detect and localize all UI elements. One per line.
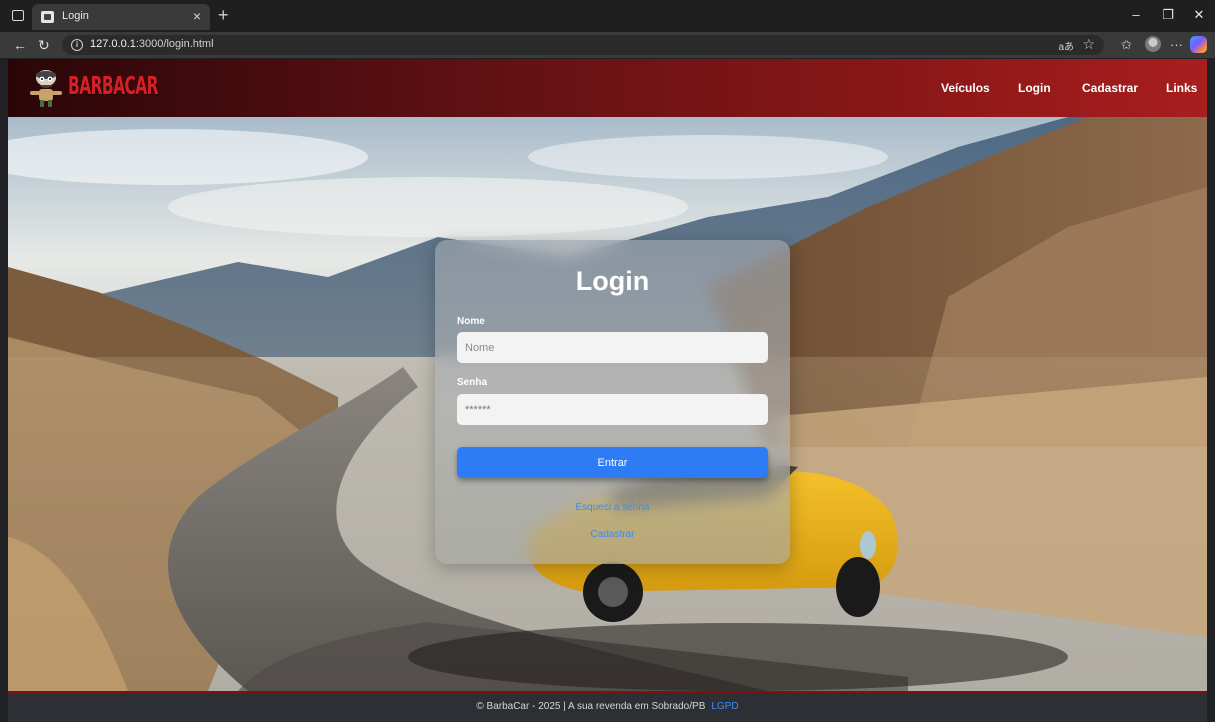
- site-info-icon[interactable]: i: [71, 39, 83, 51]
- favorites-icon[interactable]: ✩: [1121, 36, 1132, 54]
- password-input[interactable]: [457, 394, 768, 425]
- browser-tab[interactable]: Login ×: [32, 4, 210, 30]
- forgot-password-link[interactable]: Esqueci a senha: [435, 502, 790, 513]
- tab-actions-icon[interactable]: [12, 10, 24, 21]
- footer-lgpd-link[interactable]: LGPD: [711, 701, 738, 712]
- nav-link-cadastrar[interactable]: Cadastrar: [1082, 81, 1138, 95]
- copilot-icon[interactable]: [1190, 36, 1207, 53]
- login-title: Login: [575, 266, 650, 296]
- browser-tab-bar: Login × + – ❐ ✕: [0, 0, 1215, 32]
- profile-avatar-icon[interactable]: [1145, 36, 1161, 52]
- minimize-icon[interactable]: –: [1126, 6, 1146, 24]
- restore-icon[interactable]: ❐: [1158, 6, 1178, 24]
- register-link[interactable]: Cadastrar: [435, 529, 790, 540]
- new-tab-icon[interactable]: +: [218, 5, 229, 25]
- submit-button[interactable]: Entrar: [457, 447, 768, 478]
- close-window-icon[interactable]: ✕: [1189, 6, 1209, 24]
- nav-link-veiculos[interactable]: Veículos: [941, 81, 990, 95]
- barbacar-mascot-icon[interactable]: [26, 67, 66, 109]
- refresh-icon[interactable]: ↻: [38, 36, 50, 54]
- favicon-icon: [41, 11, 54, 23]
- more-menu-icon[interactable]: ···: [1170, 36, 1183, 54]
- favorite-star-icon[interactable]: ☆: [1082, 36, 1095, 53]
- address-bar[interactable]: i 127.0.0.1:3000/login.html aあ ☆: [62, 35, 1104, 55]
- login-card: Login Nome Senha Entrar Esqueci a senha …: [435, 240, 790, 564]
- url-text[interactable]: 127.0.0.1:3000/login.html: [90, 38, 214, 50]
- address-toolbar: ← ↻ i 127.0.0.1:3000/login.html aあ ☆ ✩ ·…: [0, 32, 1215, 58]
- back-icon[interactable]: ←: [13, 36, 27, 54]
- close-tab-icon[interactable]: ×: [193, 8, 201, 24]
- name-label: Nome: [457, 316, 485, 327]
- site-navbar: BARBACAR Veículos Login Cadastrar Links: [8, 59, 1207, 117]
- site-logo[interactable]: BARBACAR: [68, 71, 159, 100]
- password-label: Senha: [457, 377, 488, 388]
- footer-copyright: © BarbaCar - 2025 | A sua revenda em Sob…: [476, 701, 706, 712]
- name-input[interactable]: [457, 332, 768, 363]
- tab-title: Login: [62, 10, 89, 22]
- site-footer: © BarbaCar - 2025 | A sua revenda em Sob…: [8, 691, 1207, 722]
- nav-link-login[interactable]: Login: [1018, 81, 1051, 95]
- web-page: BARBACAR Veículos Login Cadastrar Links: [8, 59, 1207, 722]
- nav-link-links[interactable]: Links: [1166, 81, 1197, 95]
- read-aloud-icon[interactable]: aあ: [1058, 38, 1074, 53]
